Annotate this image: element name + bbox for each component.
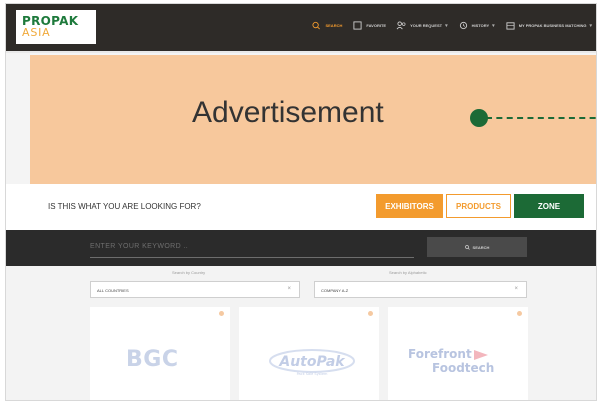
exhibitors-button[interactable]: EXHIBITORS [376,194,443,218]
search-icon [312,21,321,30]
flag-icon [473,349,488,360]
products-button[interactable]: PRODUCTS [446,194,511,218]
favorite-dot-icon[interactable] [219,311,224,316]
logo-text-asia: ASIA [22,26,51,39]
search-button-label: SEARCH [472,244,490,250]
search-bar: SEARCH [6,230,596,266]
favorite-dot-icon[interactable] [368,311,373,316]
looking-for-question: IS THIS WHAT YOU ARE LOOKING FOR? [48,202,201,211]
close-icon[interactable]: × [514,286,518,292]
alphabetic-select[interactable]: COMPANY A-Z × [314,281,527,298]
browser-viewport: PROPAK ASIA SEARCH FAVORITE YOUR REQUEST… [5,3,597,401]
filter-section: Search by Country Search by Alphabetic A… [6,266,596,400]
bgc-logo: BGC [126,347,179,372]
top-header: PROPAK ASIA SEARCH FAVORITE YOUR REQUEST… [6,4,596,53]
propak-asia-logo[interactable]: PROPAK ASIA [16,10,96,44]
main-nav: SEARCH FAVORITE YOUR REQUEST ▾ HISTORY ▾… [311,21,592,30]
foodtech-text: Foodtech [432,361,495,375]
autopak-tagline-text: Pack Sale System [297,372,328,376]
ad-dashed-line [486,117,596,119]
search-icon [464,244,470,250]
nav-your-request[interactable]: YOUR REQUEST ▾ [396,21,448,30]
country-select[interactable]: ALL COUNTRIES × [90,281,300,298]
chevron-down-icon: ▾ [492,22,495,29]
exhibitor-card[interactable]: AutoPak Pack Sale System [239,307,379,400]
close-icon[interactable]: × [287,286,291,292]
advertisement-banner[interactable]: Advertisement [30,55,596,184]
zone-button[interactable]: ZONE [514,194,584,218]
chevron-down-icon: ▾ [445,22,448,29]
bookmark-icon [353,21,362,30]
nav-your-request-label: YOUR REQUEST [410,23,443,28]
nav-search[interactable]: SEARCH [311,21,342,30]
exhibitor-card[interactable]: Forefront Foodtech [388,307,528,400]
nav-search-label: SEARCH [325,23,343,28]
nav-history-label: HISTORY [471,23,490,28]
building-icon [506,22,515,30]
favorite-dot-icon[interactable] [517,311,522,316]
nav-business-matching[interactable]: MY PROPAK BUSINESS MATCHING ▾ [505,21,592,30]
country-filter-label: Search by Country [172,270,206,275]
history-icon [459,21,467,30]
forefront-text: Forefront [408,347,472,361]
alphabetic-select-value: COMPANY A-Z [321,288,349,293]
nav-favorite-label: FAVORITE [366,23,387,28]
search-button[interactable]: SEARCH [427,237,527,257]
exhibitor-card[interactable]: BGC [90,307,230,400]
advertisement-label: Advertisement [192,96,384,129]
forefront-foodtech-logo: Forefront Foodtech [408,347,494,375]
category-bar: IS THIS WHAT YOU ARE LOOKING FOR? EXHIBI… [6,184,596,230]
autopak-name-text: AutoPak [278,354,346,370]
nav-history[interactable]: HISTORY ▾ [458,21,495,30]
keyword-search-input[interactable] [90,236,414,258]
alphabetic-filter-label: Search by Alphabetic [389,270,427,275]
chevron-down-icon: ▾ [589,22,592,29]
users-icon [396,21,406,30]
country-select-value: ALL COUNTRIES [97,288,129,293]
autopak-logo: AutoPak Pack Sale System [269,349,355,376]
nav-business-matching-label: MY PROPAK BUSINESS MATCHING [518,23,587,28]
nav-favorite[interactable]: FAVORITE [352,21,386,30]
